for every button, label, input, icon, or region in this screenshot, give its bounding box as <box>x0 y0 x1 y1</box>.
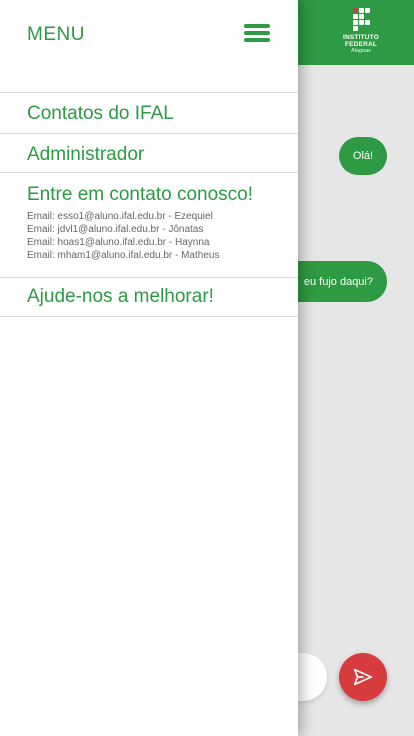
menu-item-entre-em-contato[interactable]: Entre em contato conosco! Email: esso1@a… <box>0 172 298 277</box>
chat-bubble-text: eu fujo daqui? <box>303 275 373 288</box>
menu-item-ajude[interactable]: Ajude-nos a melhorar! <box>0 277 298 317</box>
send-button[interactable] <box>339 653 387 701</box>
logo-text-instituto: INSTITUTO <box>343 34 379 41</box>
chat-bubble: Olá! <box>339 137 387 175</box>
menu-title: MENU <box>27 24 85 45</box>
logo-text-federal: FEDERAL <box>344 41 378 48</box>
contact-email: Email: hoas1@aluno.ifal.edu.br - Haynna <box>27 237 210 248</box>
chat-bubble-text: Olá! <box>352 150 374 162</box>
ifal-logo-mark <box>352 8 370 31</box>
logo-text-alagoas: Alagoas <box>351 48 371 54</box>
menu-item-contatos[interactable]: Contatos do IFAL <box>0 92 298 133</box>
contact-email: Email: mham1@aluno.ifal.edu.br - Matheus <box>27 250 220 261</box>
contact-email: Email: esso1@aluno.ifal.edu.br - Ezequie… <box>27 211 213 222</box>
contact-email: Email: jdvl1@aluno.ifal.edu.br - Jônatas <box>27 224 204 235</box>
menu-item-label: Administrador <box>27 144 145 165</box>
hamburger-icon[interactable] <box>244 24 270 42</box>
send-icon <box>353 668 373 686</box>
contact-email-list: Email: esso1@aluno.ifal.edu.br - Ezequie… <box>27 210 219 262</box>
menu-item-label: Entre em contato conosco! <box>27 184 254 205</box>
ifal-logo: INSTITUTO FEDERAL Alagoas <box>338 8 384 60</box>
menu-item-label: Ajude-nos a melhorar! <box>27 286 214 307</box>
navigation-drawer: MENU Contatos do IFAL Administrador Entr… <box>0 0 298 736</box>
menu-item-administrador[interactable]: Administrador <box>0 133 298 172</box>
menu-item-label: Contatos do IFAL <box>27 103 174 124</box>
